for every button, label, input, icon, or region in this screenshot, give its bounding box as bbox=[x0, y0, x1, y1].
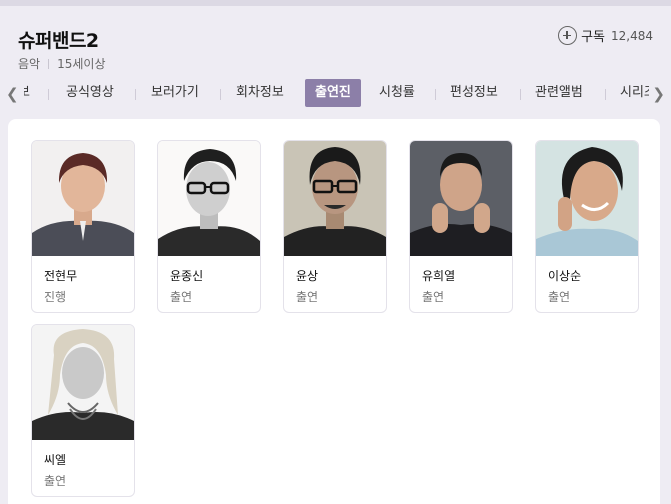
cast-name: 씨엘 bbox=[44, 453, 67, 467]
tab-divider bbox=[520, 89, 521, 100]
tab-divider bbox=[220, 89, 221, 100]
cast-role: 출연 bbox=[170, 290, 193, 304]
program-meta: 음악 15세이상 bbox=[18, 55, 105, 72]
cast-role: 출연 bbox=[296, 290, 319, 304]
cast-photo bbox=[32, 141, 134, 256]
cast-photo bbox=[32, 325, 134, 440]
chevron-right-icon[interactable]: ❯ bbox=[652, 85, 665, 103]
tab-list: 보 공식영상 보러가기 회차정보 출연진 시청률 편성정보 관련앨범 시리즈 bbox=[24, 79, 649, 109]
cast-name: 윤상 bbox=[296, 269, 319, 283]
tab-divider bbox=[605, 89, 606, 100]
cast-role: 출연 bbox=[44, 474, 67, 488]
tab-divider bbox=[48, 89, 49, 100]
tab-divider bbox=[135, 89, 136, 100]
tab-partial[interactable]: 보 bbox=[24, 79, 40, 107]
cast-name: 전현무 bbox=[44, 269, 78, 283]
program-title[interactable]: 슈퍼밴드2 bbox=[18, 26, 99, 53]
tab-episodes[interactable]: 회차정보 bbox=[226, 79, 294, 107]
cast-name: 이상순 bbox=[548, 269, 582, 283]
cast-role: 출연 bbox=[548, 290, 571, 304]
tab-albums[interactable]: 관련앨범 bbox=[525, 79, 593, 107]
tab-watch[interactable]: 보러가기 bbox=[141, 79, 209, 107]
tab-series[interactable]: 시리즈 bbox=[610, 79, 649, 107]
chevron-left-icon[interactable]: ❮ bbox=[6, 85, 19, 103]
subscriber-count: 12,484 bbox=[611, 28, 653, 43]
rating-label: 15세이상 bbox=[57, 57, 106, 71]
cast-photo bbox=[158, 141, 260, 256]
cast-photo bbox=[536, 141, 638, 256]
cast-role: 진행 bbox=[44, 290, 67, 304]
cast-card[interactable]: 윤상 출연 bbox=[283, 140, 387, 313]
top-border bbox=[0, 0, 671, 6]
subscribe-button[interactable]: 구독 12,484 bbox=[558, 26, 653, 45]
tab-divider bbox=[435, 89, 436, 100]
meta-divider bbox=[48, 58, 50, 69]
cast-photo bbox=[284, 141, 386, 256]
cast-photo bbox=[410, 141, 512, 256]
cast-card[interactable]: 전현무 진행 bbox=[31, 140, 135, 313]
cast-card[interactable]: 윤종신 출연 bbox=[157, 140, 261, 313]
genre-label: 음악 bbox=[18, 57, 41, 71]
tab-official-video[interactable]: 공식영상 bbox=[56, 79, 124, 107]
tab-ratings[interactable]: 시청률 bbox=[369, 79, 425, 107]
cast-card[interactable]: 씨엘 출연 bbox=[31, 324, 135, 497]
cast-role: 출연 bbox=[422, 290, 445, 304]
cast-panel: 전현무 진행 윤종신 출연 윤상 출연 유희열 출연 이상순 출연 씨엘 출연 bbox=[8, 119, 660, 504]
tab-bar: ❮ 보 공식영상 보러가기 회차정보 출연진 시청률 편성정보 관련앨범 시리즈… bbox=[0, 79, 671, 109]
tab-schedule[interactable]: 편성정보 bbox=[440, 79, 508, 107]
cast-card[interactable]: 유희열 출연 bbox=[409, 140, 513, 313]
subscribe-label: 구독 bbox=[581, 30, 605, 45]
cast-name: 윤종신 bbox=[170, 269, 204, 283]
plus-circle-icon bbox=[558, 26, 578, 45]
program-header: 슈퍼밴드2 bbox=[18, 26, 99, 53]
cast-card[interactable]: 이상순 출연 bbox=[535, 140, 639, 313]
tab-cast[interactable]: 출연진 bbox=[305, 79, 361, 107]
cast-name: 유희열 bbox=[422, 269, 456, 283]
